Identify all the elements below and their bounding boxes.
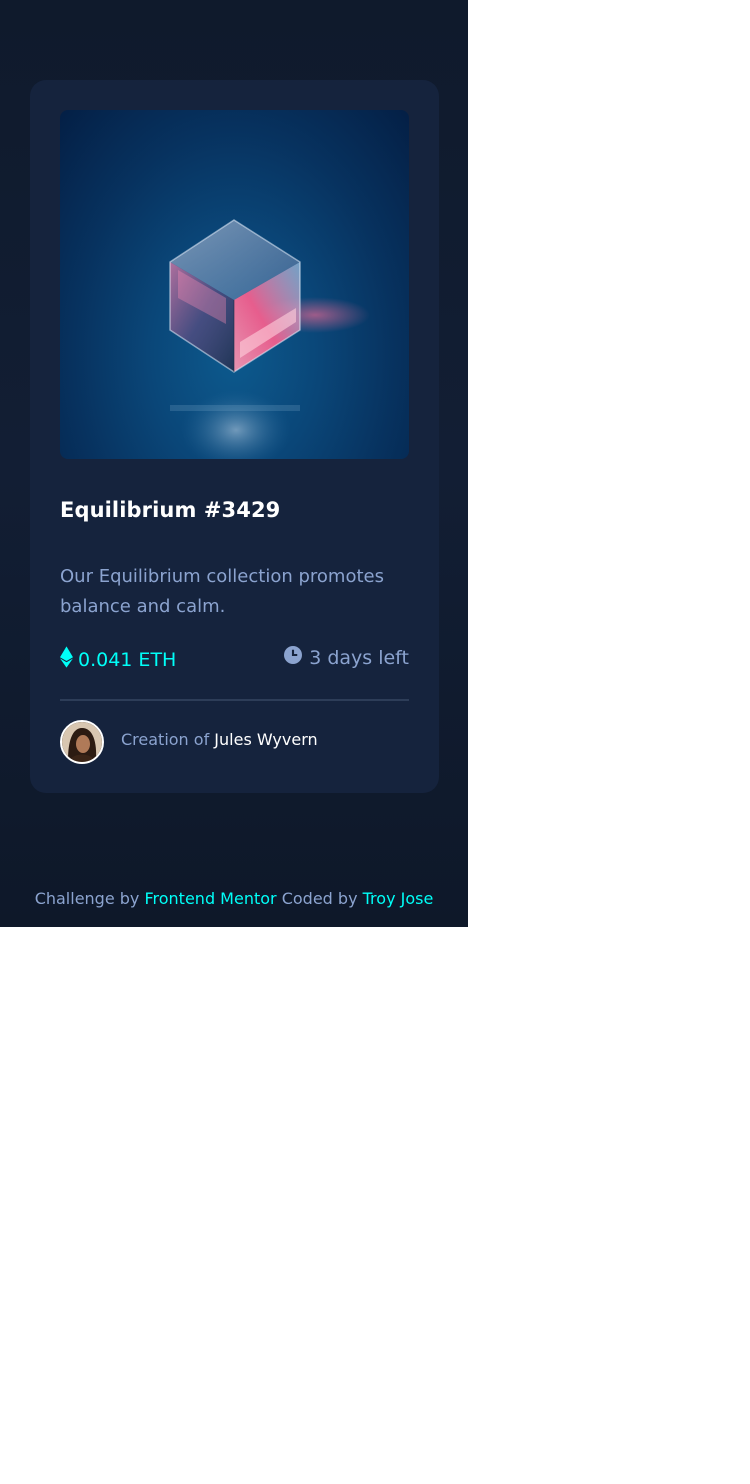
nft-card: Equilibrium #3429 Our Equilibrium collec… [30,80,439,793]
price-value: 0.041 ETH [78,648,177,671]
price-info: 0.041 ETH [60,646,176,673]
divider [60,699,409,701]
creator-name-link[interactable]: Jules Wyvern [214,730,317,749]
card-title[interactable]: Equilibrium #3429 [60,498,280,522]
card-description: Our Equilibrium collection promotes bala… [60,566,384,617]
creator-line: Creation of Jules Wyvern [121,730,318,749]
time-left-value: 3 days left [309,646,409,669]
equilibrium-image[interactable] [60,110,409,459]
clock-icon [284,646,303,669]
challenge-prefix: Challenge by [34,889,140,908]
author-link[interactable]: Troy Jose [363,889,434,908]
ethereum-icon [60,646,73,673]
page-background: Equilibrium #3429 Our Equilibrium collec… [0,0,468,927]
time-info: 3 days left [284,646,409,669]
creator-prefix: Creation of [121,730,210,749]
frontend-mentor-link[interactable]: Frontend Mentor [144,889,276,908]
coded-prefix: Coded by [281,889,358,908]
attribution-footer: Challenge by Frontend Mentor Coded by Tr… [0,889,468,908]
creator-avatar [60,720,104,764]
